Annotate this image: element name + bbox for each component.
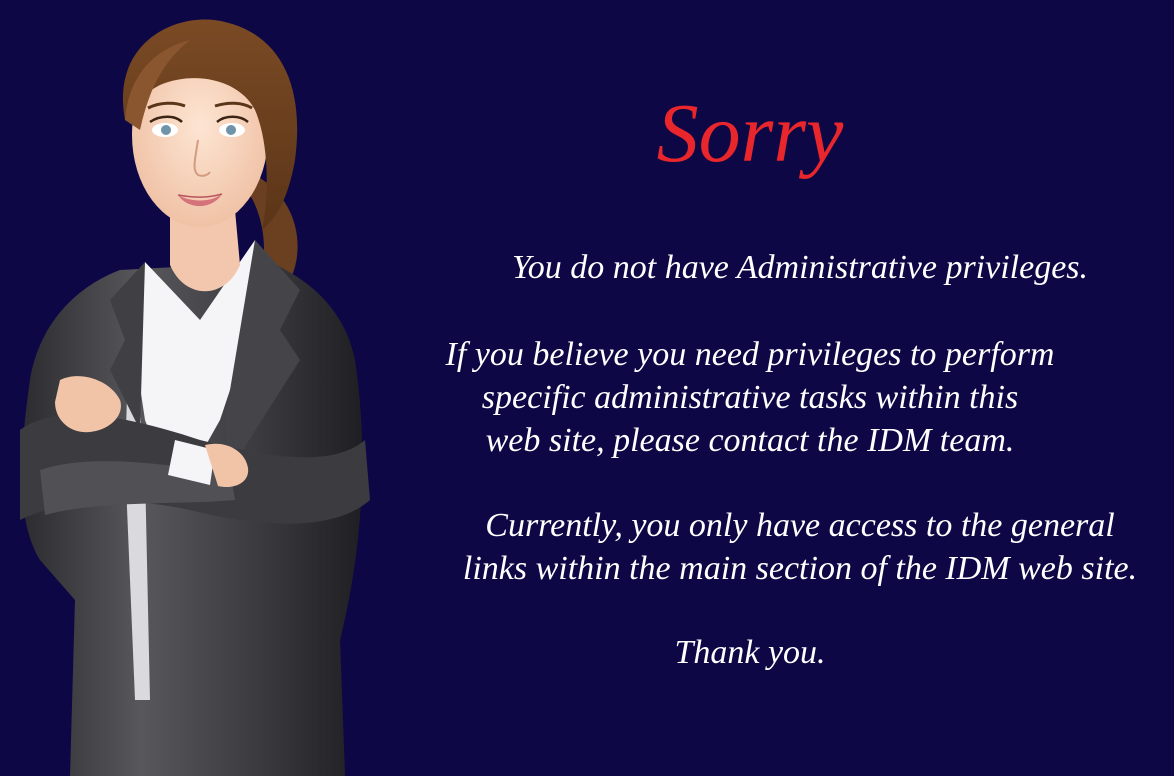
no-privileges-text: You do not have Administrative privilege… <box>511 249 1089 286</box>
error-page: Sorry You do not have Administrative pri… <box>0 0 1174 776</box>
contact-team-line-2: specific administrative tasks within thi… <box>481 379 1019 416</box>
contact-team-line-3: web site, please contact the IDM team. <box>485 422 1015 459</box>
access-denied-message: Sorry You do not have Administrative pri… <box>430 92 1170 674</box>
contact-team-paragraph: If you believe you need privileges to pe… <box>330 333 1170 462</box>
current-access-paragraph: Currently, you only have access to the g… <box>430 504 1170 590</box>
sorry-title: Sorry <box>656 87 844 180</box>
current-access-line-2: links within the main section of the IDM… <box>462 550 1138 587</box>
closing-paragraph: Thank you. <box>330 631 1170 674</box>
contact-team-line-1: If you believe you need privileges to pe… <box>445 336 1055 373</box>
no-privileges-paragraph: You do not have Administrative privilege… <box>430 246 1170 289</box>
current-access-line-1: Currently, you only have access to the g… <box>485 507 1115 544</box>
thank-you-text: Thank you. <box>674 634 826 671</box>
